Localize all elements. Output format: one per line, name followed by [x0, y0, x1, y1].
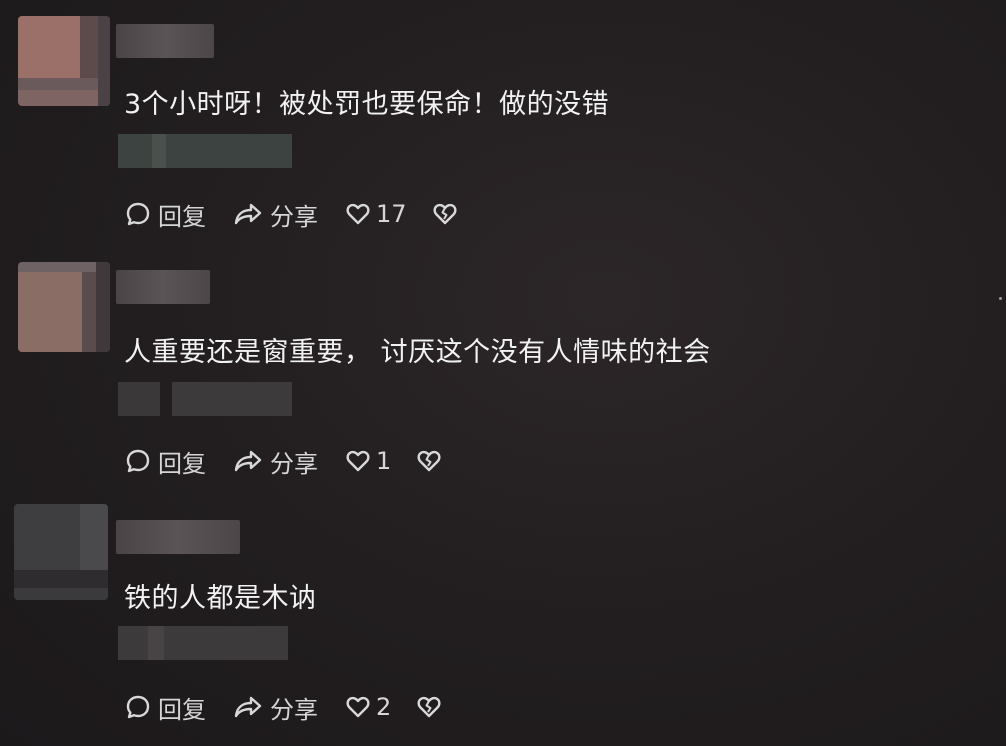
reply-button[interactable]: 回复	[124, 444, 206, 479]
comment-item: 铁的人都是木讷 回复 分享 2	[0, 504, 1006, 740]
comment-meta	[118, 134, 292, 168]
dislike-button[interactable]	[415, 693, 443, 721]
broken-heart-icon	[415, 447, 443, 475]
share-label: 分享	[270, 449, 318, 478]
scroll-indicator	[999, 297, 1002, 300]
comment-actions: 回复 分享 1	[124, 444, 443, 478]
like-button[interactable]: 1	[344, 447, 391, 475]
reply-label: 回复	[158, 449, 206, 478]
reply-label: 回复	[158, 695, 206, 724]
avatar[interactable]	[18, 262, 110, 352]
like-count: 17	[376, 200, 407, 228]
comment-text: 人重要还是窗重要， 讨厌这个没有人情味的社会	[124, 337, 711, 368]
chat-bubble-icon	[124, 200, 152, 228]
reply-button[interactable]: 回复	[124, 197, 206, 232]
broken-heart-icon	[415, 693, 443, 721]
like-button[interactable]: 2	[344, 693, 391, 721]
share-label: 分享	[270, 695, 318, 724]
username[interactable]	[116, 24, 214, 58]
share-arrow-icon	[232, 200, 264, 228]
comment-text: 铁的人都是木讷	[124, 583, 317, 614]
heart-icon	[344, 447, 372, 475]
like-count: 2	[376, 693, 392, 721]
like-count: 1	[376, 447, 392, 475]
heart-icon	[344, 200, 372, 228]
comment-actions: 回复 分享 2	[124, 690, 443, 724]
avatar[interactable]	[18, 16, 110, 106]
comment-text: 3个小时呀！被处罚也要保命！做的没错	[124, 89, 610, 120]
heart-icon	[344, 693, 372, 721]
comment-meta	[118, 382, 292, 416]
share-button[interactable]: 分享	[232, 197, 318, 232]
chat-bubble-icon	[124, 693, 152, 721]
reply-button[interactable]: 回复	[124, 690, 206, 725]
dislike-button[interactable]	[431, 200, 459, 228]
username[interactable]	[116, 520, 240, 554]
share-arrow-icon	[232, 693, 264, 721]
comment-meta	[118, 626, 288, 660]
comment-actions: 回复 分享 17	[124, 197, 459, 231]
share-button[interactable]: 分享	[232, 444, 318, 479]
comment-item: 人重要还是窗重要， 讨厌这个没有人情味的社会 回复 分享 1	[0, 262, 1006, 484]
chat-bubble-icon	[124, 447, 152, 475]
share-arrow-icon	[232, 447, 264, 475]
dislike-button[interactable]	[415, 447, 443, 475]
avatar[interactable]	[14, 504, 108, 600]
like-button[interactable]: 17	[344, 200, 407, 228]
comment-item: 3个小时呀！被处罚也要保命！做的没错 回复 分享 17	[0, 16, 1006, 236]
broken-heart-icon	[431, 200, 459, 228]
reply-label: 回复	[158, 202, 206, 231]
username[interactable]	[116, 270, 210, 304]
share-button[interactable]: 分享	[232, 690, 318, 725]
share-label: 分享	[270, 202, 318, 231]
